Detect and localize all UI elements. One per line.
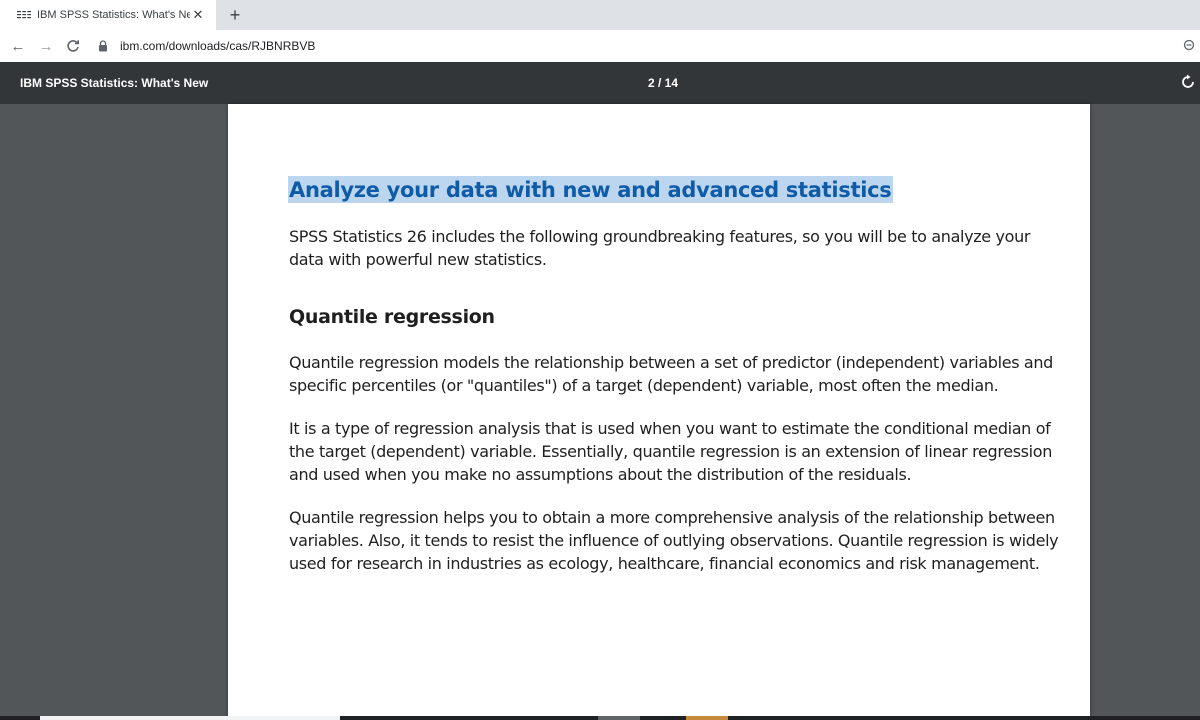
tab-strip: IBM SPSS Statistics: What's New ✕ +	[0, 0, 1200, 30]
close-tab-icon[interactable]: ✕	[190, 7, 206, 23]
section-heading: Analyze your data with new and advanced …	[288, 176, 894, 203]
body-paragraph: It is a type of regression analysis that…	[289, 419, 1052, 484]
subsection-heading: Quantile regression	[289, 306, 495, 328]
reload-icon	[67, 40, 79, 52]
intro-paragraph: SPSS Statistics 26 includes the followin…	[289, 227, 1031, 269]
pdf-viewer-area[interactable]: Analyze your data with new and advanced …	[0, 104, 1200, 716]
url-text: ibm.com/downloads/cas/RJBNRBVB	[120, 39, 316, 53]
browser-tab[interactable]: IBM SPSS Statistics: What's New ✕	[0, 0, 216, 30]
rotate-icon[interactable]	[1178, 72, 1198, 92]
taskbar-strip	[0, 716, 1200, 720]
page-indicator[interactable]: 2 / 14	[648, 76, 678, 90]
page-content: Analyze your data with new and advanced …	[288, 176, 1059, 575]
lock-icon	[96, 39, 110, 53]
taskbar-segment	[598, 716, 640, 720]
body-paragraph: Quantile regression models the relations…	[289, 353, 1053, 395]
taskbar-segment	[686, 716, 728, 720]
body-paragraph: Quantile regression helps you to obtain …	[289, 508, 1059, 573]
ibm-logo-icon	[17, 8, 31, 22]
browser-toolbar: ← → ibm.com/downloads/cas/RJBNRBVB	[0, 30, 1200, 63]
zoom-icon[interactable]	[1182, 38, 1196, 52]
reload-button[interactable]	[63, 36, 83, 56]
tab-title: IBM SPSS Statistics: What's New	[37, 9, 190, 21]
address-bar[interactable]: ibm.com/downloads/cas/RJBNRBVB	[96, 34, 1186, 58]
forward-button[interactable]: →	[36, 36, 56, 56]
pdf-page: Analyze your data with new and advanced …	[228, 104, 1090, 716]
pdf-toolbar: IBM SPSS Statistics: What's New 2 / 14	[0, 62, 1200, 104]
new-tab-button[interactable]: +	[224, 4, 246, 26]
taskbar-segment	[40, 716, 340, 720]
back-button[interactable]: ←	[8, 36, 28, 56]
pdf-document-title: IBM SPSS Statistics: What's New	[20, 76, 209, 90]
